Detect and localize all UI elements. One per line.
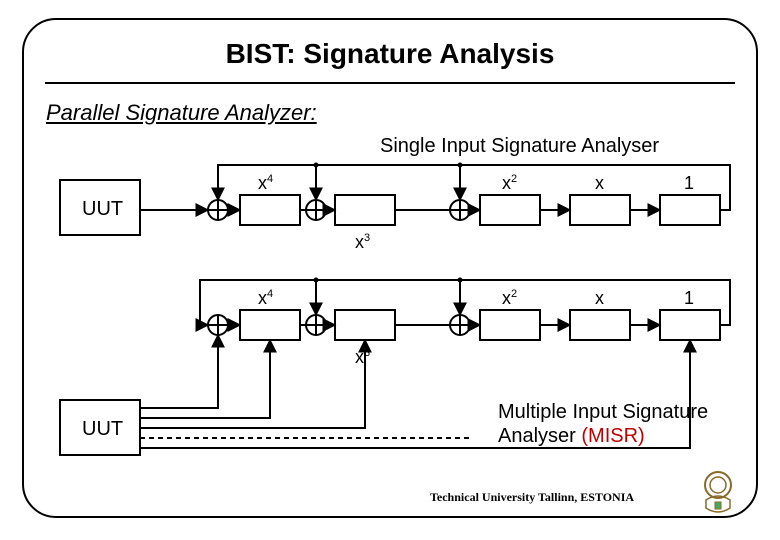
misr-label: Multiple Input Signature Analyser (MISR) [498, 400, 708, 448]
lab-2-1: x3 [355, 347, 370, 368]
reg-2-4 [660, 310, 720, 340]
university-crest-icon [698, 468, 738, 516]
reg-1-4 [660, 195, 720, 225]
reg-2-0 [240, 310, 300, 340]
reg-2-2 [480, 310, 540, 340]
lab-1-3: x [595, 173, 604, 194]
lab-1-4: 1 [684, 173, 694, 194]
reg-1-1 [335, 195, 395, 225]
lab-1-2: x2 [502, 173, 517, 194]
reg-2-1 [335, 310, 395, 340]
affiliation: Technical University Tallinn, ESTONIA [430, 490, 634, 505]
lab-2-0: x4 [258, 288, 273, 309]
reg-1-3 [570, 195, 630, 225]
lab-2-2: x2 [502, 288, 517, 309]
lab-1-1: x3 [355, 232, 370, 253]
lab-2-3: x [595, 288, 604, 309]
uut-label-1: UUT [82, 198, 123, 221]
reg-1-2 [480, 195, 540, 225]
lab-1-0: x4 [258, 173, 273, 194]
lab-2-4: 1 [684, 288, 694, 309]
reg-2-3 [570, 310, 630, 340]
diagram-svg [0, 0, 780, 540]
reg-1-0 [240, 195, 300, 225]
uut-label-2: UUT [82, 418, 123, 441]
